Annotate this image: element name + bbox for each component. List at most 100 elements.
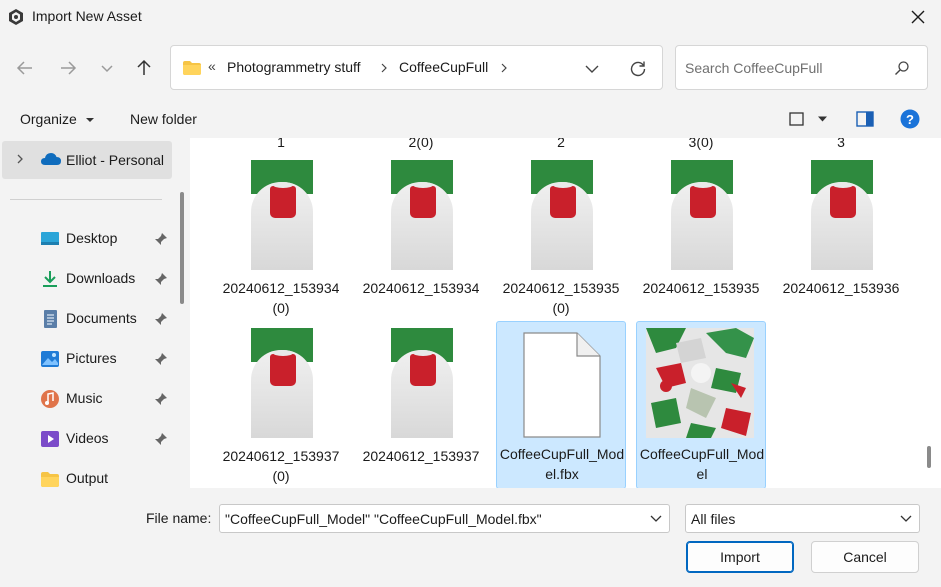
file-name: 20240612_153937(0) xyxy=(222,448,340,484)
onedrive-cloud-icon xyxy=(41,153,61,165)
recent-locations-button[interactable] xyxy=(93,54,121,82)
breadcrumb-coffeecupfull[interactable]: CoffeeCupFull xyxy=(399,59,488,75)
documents-icon xyxy=(44,310,57,328)
import-button[interactable]: Import xyxy=(686,541,794,573)
pin-icon[interactable] xyxy=(154,312,168,326)
refresh-button[interactable] xyxy=(626,57,650,81)
pin-icon[interactable] xyxy=(154,352,168,366)
new-folder-button[interactable]: New folder xyxy=(130,111,197,127)
sidebar-item-music[interactable]: Music xyxy=(0,384,180,414)
cancel-button[interactable]: Cancel xyxy=(811,541,919,573)
file-name: 20240612_153935(0) xyxy=(502,280,620,316)
image-thumbnail xyxy=(531,160,593,270)
overflow-chevron-icon[interactable]: « xyxy=(208,58,216,74)
search-input[interactable] xyxy=(685,57,885,79)
forward-button[interactable] xyxy=(54,54,82,82)
pin-icon[interactable] xyxy=(154,432,168,446)
file-item[interactable]: 20240612_153935(0) xyxy=(496,150,626,318)
forward-arrow-icon xyxy=(61,61,77,75)
navigation-bar: « Photogrammetry stuff CoffeeCupFull xyxy=(0,34,941,100)
chevron-down-icon xyxy=(900,515,912,522)
music-icon xyxy=(41,390,59,408)
caret-down-icon xyxy=(85,118,94,123)
sidebar-item-documents[interactable]: Documents xyxy=(0,304,180,334)
file-label-partial[interactable]: 3(0) xyxy=(636,138,766,150)
close-icon xyxy=(911,10,925,24)
file-item[interactable]: 20240612_153934(0) xyxy=(216,150,346,318)
videos-icon xyxy=(41,431,59,447)
close-button[interactable] xyxy=(902,4,934,30)
sidebar-scrollbar[interactable] xyxy=(180,192,184,304)
sidebar-item-downloads[interactable]: Downloads xyxy=(0,264,180,294)
image-thumbnail xyxy=(251,160,313,270)
folder-icon xyxy=(41,472,59,487)
back-button[interactable] xyxy=(11,54,39,82)
file-item[interactable]: 20240612_153935 xyxy=(636,150,766,318)
image-thumbnail xyxy=(811,160,873,270)
file-item-selected[interactable]: CoffeeCupFull_Model.fbx xyxy=(496,321,626,488)
view-options-icon[interactable] xyxy=(789,112,805,126)
help-icon[interactable]: ? xyxy=(900,109,920,129)
sidebar-item-pictures[interactable]: Pictures xyxy=(0,344,180,374)
file-name-input[interactable] xyxy=(225,509,640,529)
pin-icon[interactable] xyxy=(154,392,168,406)
organize-label: Organize xyxy=(20,111,77,127)
file-name: 20240612_153937 xyxy=(362,448,480,464)
address-dropdown-button[interactable] xyxy=(581,58,603,80)
search-icon[interactable] xyxy=(894,60,910,76)
file-item[interactable]: 20240612_153936 xyxy=(776,150,906,318)
sidebar-item-label: Elliot - Personal xyxy=(66,152,165,168)
pictures-icon xyxy=(41,351,59,367)
file-label-partial[interactable]: 2(0) xyxy=(356,138,486,150)
pin-icon[interactable] xyxy=(154,272,168,286)
chevron-down-icon[interactable] xyxy=(650,511,662,525)
file-name: 20240612_153934 xyxy=(362,280,480,296)
file-dialog-footer: File name: All files Import Cancel xyxy=(0,488,941,587)
sidebar-item-onedrive[interactable]: Elliot - Personal xyxy=(2,141,172,179)
file-name-label: File name: xyxy=(146,510,212,526)
file-item[interactable]: 20240612_153937(0) xyxy=(216,318,346,486)
file-item-selected[interactable]: CoffeeCupFull_Model xyxy=(636,321,766,488)
divider xyxy=(10,199,162,200)
file-label-partial[interactable]: 2 xyxy=(496,138,626,150)
file-list-scrollbar[interactable] xyxy=(927,446,931,468)
folder-icon xyxy=(183,61,201,75)
sidebar-item-label: Videos xyxy=(66,430,109,446)
sidebar-item-label: Documents xyxy=(66,310,137,326)
breadcrumb-separator-icon xyxy=(501,63,507,73)
search-box xyxy=(675,45,928,90)
sidebar-item-output[interactable]: Output xyxy=(0,464,180,488)
sidebar-item-videos[interactable]: Videos xyxy=(0,424,180,454)
app-logo-icon xyxy=(9,9,23,25)
organize-button[interactable]: Organize xyxy=(20,111,94,127)
address-bar[interactable]: « Photogrammetry stuff CoffeeCupFull xyxy=(170,45,663,90)
file-name: 20240612_153935 xyxy=(642,280,760,296)
file-type-select[interactable]: All files xyxy=(685,504,920,533)
up-arrow-icon xyxy=(137,59,151,75)
preview-pane-icon[interactable] xyxy=(856,111,874,127)
title-bar: Import New Asset xyxy=(0,0,941,34)
image-thumbnail xyxy=(251,328,313,438)
downloads-icon xyxy=(43,271,57,287)
file-label-partial[interactable]: 3 xyxy=(776,138,906,150)
breadcrumb-photogrammetry-stuff[interactable]: Photogrammetry stuff xyxy=(227,59,361,75)
file-name: CoffeeCupFull_Model.fbx xyxy=(499,446,625,482)
sidebar-item-desktop[interactable]: Desktop xyxy=(0,224,180,254)
sidebar-item-label: Music xyxy=(66,390,103,406)
chevron-right-icon[interactable] xyxy=(16,153,24,165)
file-item[interactable]: 20240612_153937 xyxy=(356,318,486,486)
navigation-pane: Elliot - Personal Desktop Downloads Docu… xyxy=(0,138,190,488)
svg-text:?: ? xyxy=(906,112,914,127)
file-name-combobox[interactable] xyxy=(219,504,670,533)
sidebar-item-label: Downloads xyxy=(66,270,136,286)
caret-down-icon[interactable] xyxy=(818,116,827,122)
pin-icon[interactable] xyxy=(154,232,168,246)
chevron-down-icon xyxy=(585,65,599,73)
file-label-partial[interactable]: 1 xyxy=(216,138,346,150)
file-name: CoffeeCupFull_Model xyxy=(639,446,765,482)
up-button[interactable] xyxy=(130,54,158,82)
command-bar: Organize New folder ? xyxy=(0,100,941,138)
refresh-icon xyxy=(630,61,646,77)
file-item[interactable]: 20240612_153934 xyxy=(356,150,486,318)
model-texture-thumbnail xyxy=(646,328,754,438)
